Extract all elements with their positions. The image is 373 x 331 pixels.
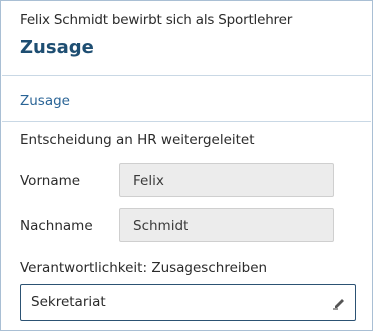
last-name-label: Nachname (20, 218, 93, 234)
page-title: Zusage (20, 37, 94, 58)
first-name-field: Felix (119, 163, 334, 197)
header-divider (2, 75, 371, 76)
first-name-value: Felix (133, 173, 164, 189)
responsibility-input[interactable]: Sekretariat (20, 284, 356, 321)
responsibility-label: Verantwortlichkeit: Zusageschreiben (20, 260, 268, 276)
first-name-label: Vorname (20, 173, 81, 189)
task-panel: Felix Schmidt bewirbt sich als Sportlehr… (0, 0, 373, 331)
last-name-field: Schmidt (119, 208, 334, 242)
status-text: Entscheidung an HR weitergeleitet (20, 132, 255, 148)
tab-zusage[interactable]: Zusage (20, 93, 70, 109)
section-divider (2, 121, 371, 122)
responsibility-value: Sekretariat (31, 294, 106, 310)
task-subtitle: Felix Schmidt bewirbt sich als Sportlehr… (20, 12, 293, 28)
last-name-value: Schmidt (133, 218, 189, 234)
pencil-icon[interactable] (329, 294, 347, 312)
